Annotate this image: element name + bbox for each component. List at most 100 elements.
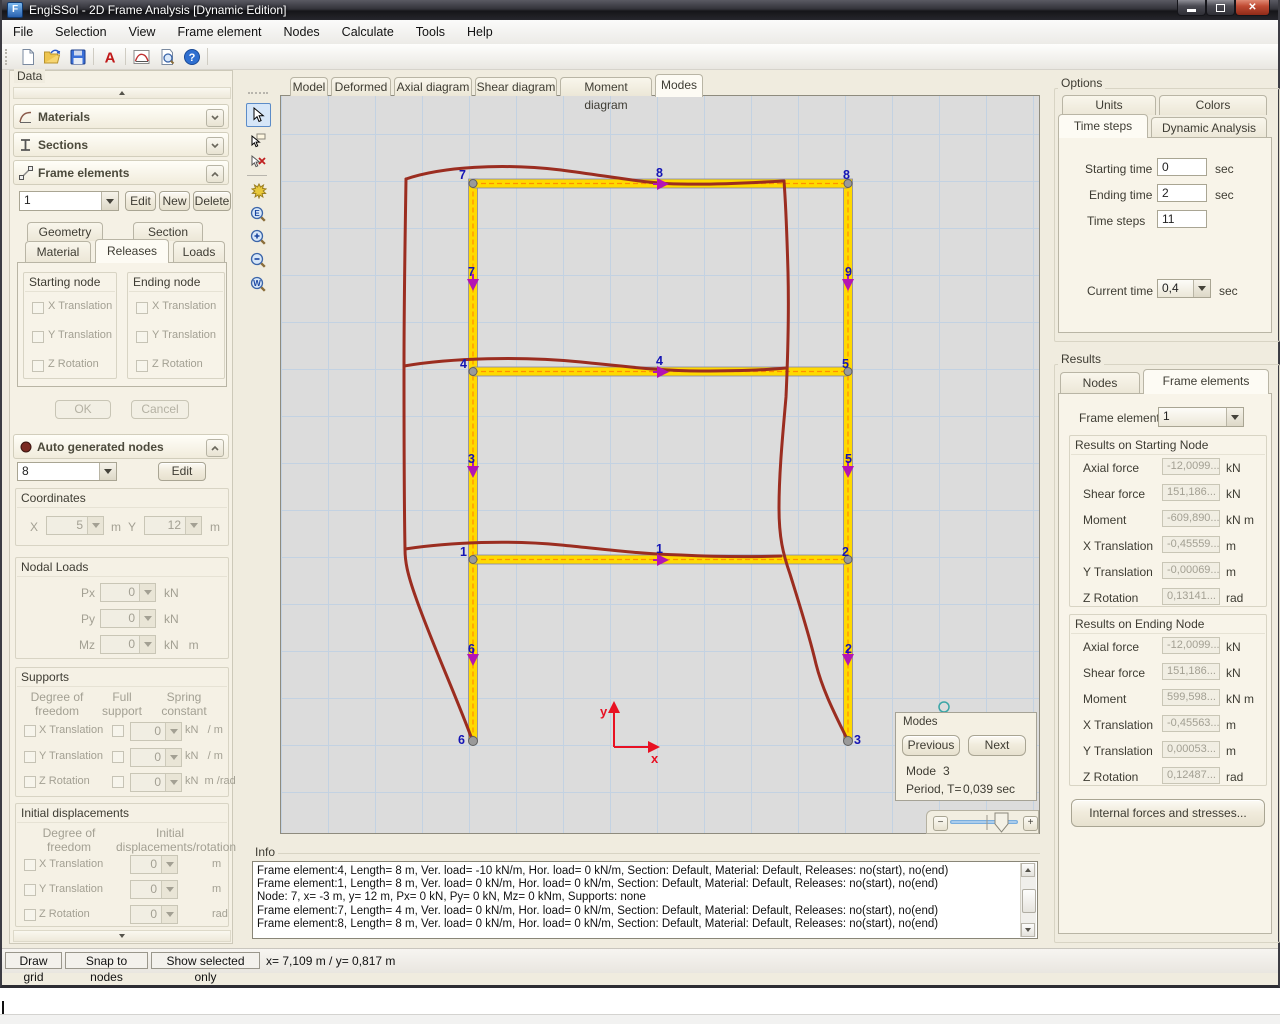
support-x-spring-arrow-icon[interactable] (165, 723, 181, 740)
scroll-up-icon[interactable] (1021, 863, 1035, 877)
zoom-minus-button[interactable]: − (933, 816, 948, 831)
support-x-spring-field[interactable]: 0 (130, 722, 182, 741)
ending-time-input[interactable] (1157, 184, 1207, 202)
frame-elements-expander[interactable]: Frame elements (13, 160, 229, 185)
sections-chevron-down-icon[interactable] (206, 137, 224, 155)
end-y-translation-checkbox[interactable] (136, 331, 148, 343)
new-file-icon[interactable] (17, 46, 38, 67)
starting-time-input[interactable] (1157, 158, 1207, 176)
initdisp-z-field[interactable]: 0 (130, 905, 178, 924)
current-time-arrow-icon[interactable] (1193, 280, 1210, 297)
frame-element-combobox-arrow-icon[interactable] (101, 192, 118, 210)
support-x-checkbox[interactable] (24, 725, 36, 737)
delete-button[interactable]: Delete (193, 191, 231, 211)
support-z-spring-arrow-icon[interactable] (165, 774, 181, 791)
save-icon[interactable] (67, 46, 88, 67)
auto-nodes-expander[interactable]: Auto generated nodes (13, 434, 229, 459)
new-button[interactable]: New (159, 191, 190, 211)
result-frame-element-combobox[interactable]: 1 (1158, 407, 1244, 427)
result-frame-element-arrow-icon[interactable] (1226, 408, 1243, 426)
tab-moment-diagram[interactable]: Moment diagram (560, 77, 652, 96)
tab-frame-elements[interactable]: Frame elements (1143, 369, 1269, 394)
tab-loads[interactable]: Loads (173, 241, 225, 262)
tab-model[interactable]: Model (290, 77, 328, 96)
support-z-full-checkbox[interactable] (112, 776, 124, 788)
info-list[interactable]: Frame element:4, Length= 8 m, Ver. load=… (252, 861, 1038, 939)
restore-button[interactable] (1206, 0, 1235, 16)
panel-scroll-down[interactable] (13, 930, 231, 942)
open-file-icon[interactable] (42, 46, 63, 67)
panel-scroll-up[interactable] (13, 87, 231, 99)
initdisp-y-field[interactable]: 0 (130, 880, 178, 899)
auto-node-combobox-arrow-icon[interactable] (99, 463, 116, 480)
select-window-tool[interactable] (246, 128, 271, 152)
coord-x-field[interactable]: 5 (46, 516, 104, 535)
end-z-rotation-checkbox[interactable] (136, 360, 148, 372)
font-icon[interactable]: A (99, 46, 120, 67)
menu-help[interactable]: Help (456, 21, 504, 43)
auto-nodes-chevron-up-icon[interactable] (206, 439, 224, 457)
initdisp-x-field[interactable]: 0 (130, 855, 178, 874)
time-steps-input[interactable] (1157, 210, 1207, 228)
initdisp-y-checkbox[interactable] (24, 884, 36, 896)
materials-chevron-down-icon[interactable] (206, 109, 224, 127)
coord-y-arrow-icon[interactable] (185, 517, 201, 534)
initdisp-y-arrow-icon[interactable] (161, 881, 177, 898)
edit-button[interactable]: Edit (125, 191, 156, 211)
tab-colors[interactable]: Colors (1159, 95, 1267, 115)
close-button[interactable]: ✕ (1235, 0, 1270, 16)
scrollbar-thumb[interactable] (1022, 889, 1036, 913)
zoom-slider-track[interactable] (949, 811, 1019, 834)
frame-element-combobox[interactable]: 1 (19, 191, 119, 211)
menu-nodes[interactable]: Nodes (273, 21, 331, 43)
menu-selection[interactable]: Selection (44, 21, 117, 43)
menu-calculate[interactable]: Calculate (331, 21, 405, 43)
zoom-out-tool[interactable] (246, 248, 271, 272)
px-arrow-icon[interactable] (139, 584, 155, 601)
tab-shear-diagram[interactable]: Shear diagram (475, 77, 557, 96)
materials-expander[interactable]: Materials (13, 104, 229, 129)
support-y-spring-arrow-icon[interactable] (165, 749, 181, 766)
auto-node-edit-button[interactable]: Edit (158, 462, 206, 481)
tab-material[interactable]: Material (25, 241, 91, 262)
select-tool[interactable] (246, 103, 271, 127)
cancel-button[interactable]: Cancel (131, 400, 189, 419)
tab-nodes[interactable]: Nodes (1060, 372, 1140, 393)
py-arrow-icon[interactable] (139, 610, 155, 627)
coord-x-arrow-icon[interactable] (87, 517, 103, 534)
start-y-translation-checkbox[interactable] (32, 331, 44, 343)
zoom-extents-tool[interactable]: E (246, 202, 271, 226)
py-field[interactable]: 0 (100, 609, 156, 628)
show-selected-only-toggle[interactable]: Show selected only (151, 952, 260, 969)
tab-units[interactable]: Units (1062, 95, 1156, 115)
zoom-window-tool[interactable]: W (246, 272, 271, 296)
initdisp-x-checkbox[interactable] (24, 859, 36, 871)
previous-mode-button[interactable]: Previous (902, 735, 960, 756)
zoom-slider-thumb[interactable] (995, 813, 1008, 832)
pan-tool[interactable] (246, 179, 271, 203)
snap-to-nodes-toggle[interactable]: Snap to nodes (65, 952, 148, 969)
menu-file[interactable]: File (2, 21, 44, 43)
mz-arrow-icon[interactable] (139, 636, 155, 653)
support-y-full-checkbox[interactable] (112, 751, 124, 763)
tab-geometry[interactable]: Geometry (27, 222, 103, 241)
start-x-translation-checkbox[interactable] (32, 302, 44, 314)
scroll-down-icon[interactable] (1021, 923, 1035, 937)
tab-time-steps[interactable]: Time steps (1058, 114, 1148, 138)
current-time-combobox[interactable]: 0,4 (1157, 279, 1211, 298)
start-z-rotation-checkbox[interactable] (32, 360, 44, 372)
tab-modes[interactable]: Modes (655, 74, 703, 97)
menu-frame-element[interactable]: Frame element (166, 21, 272, 43)
tab-dynamic-analysis[interactable]: Dynamic Analysis (1151, 117, 1267, 138)
mz-field[interactable]: 0 (100, 635, 156, 654)
info-scrollbar[interactable] (1020, 863, 1036, 937)
tab-releases[interactable]: Releases (95, 239, 169, 263)
zoom-plus-button[interactable]: + (1023, 816, 1038, 831)
deselect-tool[interactable] (246, 150, 271, 174)
draw-grid-toggle[interactable]: Draw grid (5, 952, 62, 969)
support-y-spring-field[interactable]: 0 (130, 748, 182, 767)
menu-tools[interactable]: Tools (405, 21, 456, 43)
tab-deformed[interactable]: Deformed (331, 77, 391, 96)
internal-forces-button[interactable]: Internal forces and stresses... (1071, 799, 1265, 827)
minimize-button[interactable] (1177, 0, 1206, 16)
